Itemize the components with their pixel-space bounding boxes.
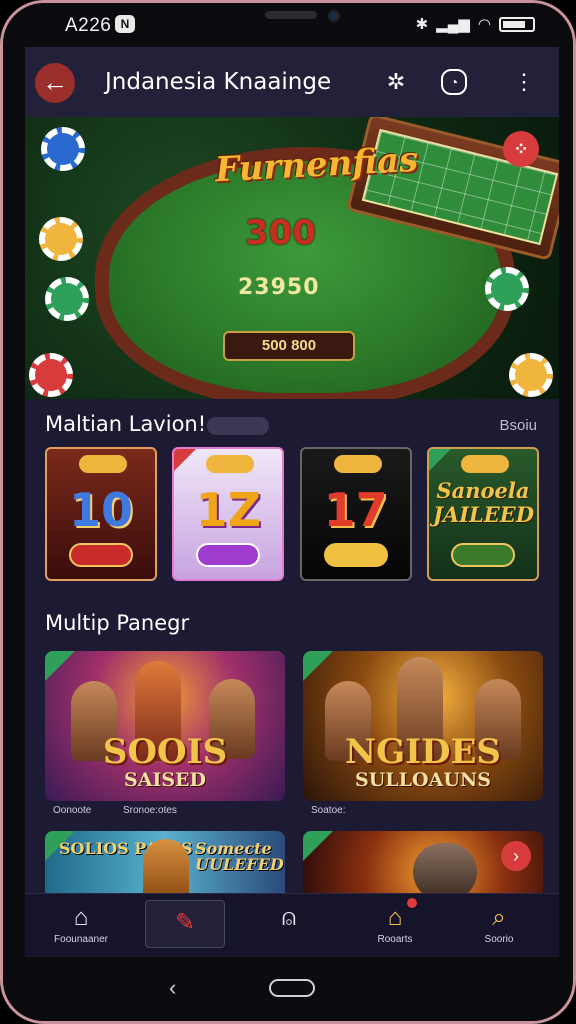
nav-rewards[interactable]: ⌂ Rooarts (355, 894, 435, 957)
promo-subline: SAISED (123, 769, 207, 791)
speaker-notch (265, 11, 317, 19)
dice-icon[interactable]: ⁘ (503, 131, 539, 167)
nfc-icon: N (115, 15, 135, 33)
nav-home[interactable]: ⌂ Foounaaner (41, 894, 121, 957)
chip-icon (39, 217, 83, 261)
chip-icon (29, 353, 73, 397)
app-bar: ← Jndanesia Knaainge ✲ ◔ ⋮ (25, 47, 559, 117)
promo-card[interactable]: NGIDES SULLOAUNS (303, 651, 543, 801)
section-title: Multip Panegr (45, 611, 190, 635)
system-home-button[interactable] (269, 979, 315, 997)
promo-tag (303, 651, 333, 681)
pencil-icon: ✎ (174, 909, 196, 936)
promo-card[interactable]: SOOIS SAISED (45, 651, 285, 801)
crown-icon (79, 455, 127, 473)
nav-profile[interactable]: ⍝ (249, 894, 329, 957)
hero-banner[interactable]: Furnenfias 300 23950 500 800 ⁘ (25, 117, 559, 399)
hero-sub-number: 23950 (238, 275, 320, 300)
slot-label: 1Z (195, 483, 262, 537)
bluetooth-icon: ✱ (415, 16, 429, 33)
chip-icon (41, 127, 85, 171)
gold-bar-icon (333, 455, 382, 473)
system-nav-bar: ‹ (3, 961, 573, 1021)
chat-icon[interactable]: ◔ (441, 69, 467, 95)
system-back-icon[interactable]: ‹ (169, 975, 176, 1001)
status-icons: ✱ ▂▄▆ ◠ (416, 15, 535, 33)
phone-frame: A226 N ✱ ▂▄▆ ◠ ← Jndanesia Knaainge ✲ ◔ … (0, 0, 576, 1024)
hero-plate: 500 800 (223, 331, 355, 361)
home-badge-icon: ⌂ (387, 904, 403, 931)
promo-headline: SOOIS (102, 732, 228, 772)
nav-label: Soorio (484, 934, 514, 945)
nav-label: Foounaaner (54, 934, 108, 945)
app-screen: ← Jndanesia Knaainge ✲ ◔ ⋮ Furnenfias 30… (25, 47, 559, 957)
promo-caption: Oonoote (53, 805, 92, 816)
chip-icon (45, 277, 89, 321)
fox-image (143, 839, 189, 901)
chevron-right-icon[interactable]: › (501, 841, 531, 871)
nav-edit[interactable]: ✎ (145, 900, 225, 948)
frog-icon (460, 455, 509, 473)
more-vertical-icon[interactable]: ⋮ (509, 67, 539, 97)
status-time: A226 (65, 15, 112, 36)
slot-card[interactable]: 17 (299, 447, 412, 581)
notification-badge (407, 898, 417, 908)
back-arrow-icon[interactable]: ← (35, 63, 75, 103)
section-pill (207, 417, 269, 435)
status-bar: A226 N ✱ ▂▄▆ ◠ (3, 3, 573, 47)
slot-card[interactable]: 10 (45, 447, 157, 581)
promo-text-right: Somecte UULEFED (195, 839, 284, 874)
promo-headline: NGIDES (345, 732, 501, 772)
hero-center-number: 300 (245, 213, 316, 253)
play-button[interactable] (450, 543, 515, 567)
promo-tag (303, 831, 333, 861)
promo-subline: SULLOAUNS (355, 769, 491, 791)
bottom-nav: ⌂ Foounaaner ✎ ⍝ ⌂ Rooarts ⌕ Soorio (25, 893, 559, 957)
slot-label: 17 (323, 483, 388, 537)
slot-card[interactable]: 1Z (172, 447, 285, 581)
play-button[interactable] (69, 543, 133, 567)
promo-caption: Sronoe:otes (123, 805, 177, 816)
promo-card[interactable]: SOLIOS PALES Somecte UULEFED (45, 831, 285, 901)
page-title: Jndanesia Knaainge (105, 69, 332, 95)
slot-card[interactable]: Sanoela JAILEED (426, 447, 539, 581)
new-tag (428, 449, 451, 471)
slot-label: 10 (68, 483, 133, 537)
promo-caption: Soatoe: (311, 805, 346, 816)
play-button[interactable] (323, 543, 388, 567)
see-all-link[interactable]: Bsoiu (499, 417, 537, 434)
section-header-featured: Maltian Lavion! Bsoiu (25, 407, 559, 439)
play-button[interactable] (196, 543, 261, 567)
settings-gear-icon[interactable]: ✲ (381, 67, 411, 97)
profile-icon: ⍝ (281, 904, 297, 931)
slot-game-row: 10 1Z 17 Sanoela JAILEED (45, 447, 539, 581)
signal-icon: ▂▄▆ (436, 16, 470, 33)
hot-tag (174, 449, 197, 471)
chip-icon (509, 353, 553, 397)
nav-search[interactable]: ⌕ Soorio (459, 894, 539, 957)
search-icon: ⌕ (492, 904, 506, 931)
front-camera (328, 10, 340, 22)
slot-label: Sanoela JAILEED (432, 478, 535, 527)
gem-icon (206, 455, 255, 473)
promo-tag (45, 651, 75, 681)
battery-icon (499, 16, 535, 32)
home-icon: ⌂ (73, 904, 89, 931)
wifi-icon: ◠ (477, 16, 491, 33)
nav-label: Rooarts (377, 934, 413, 945)
chip-icon (485, 267, 529, 311)
promo-card[interactable]: › (303, 831, 543, 901)
section-title: Maltian Lavion! (45, 412, 207, 436)
